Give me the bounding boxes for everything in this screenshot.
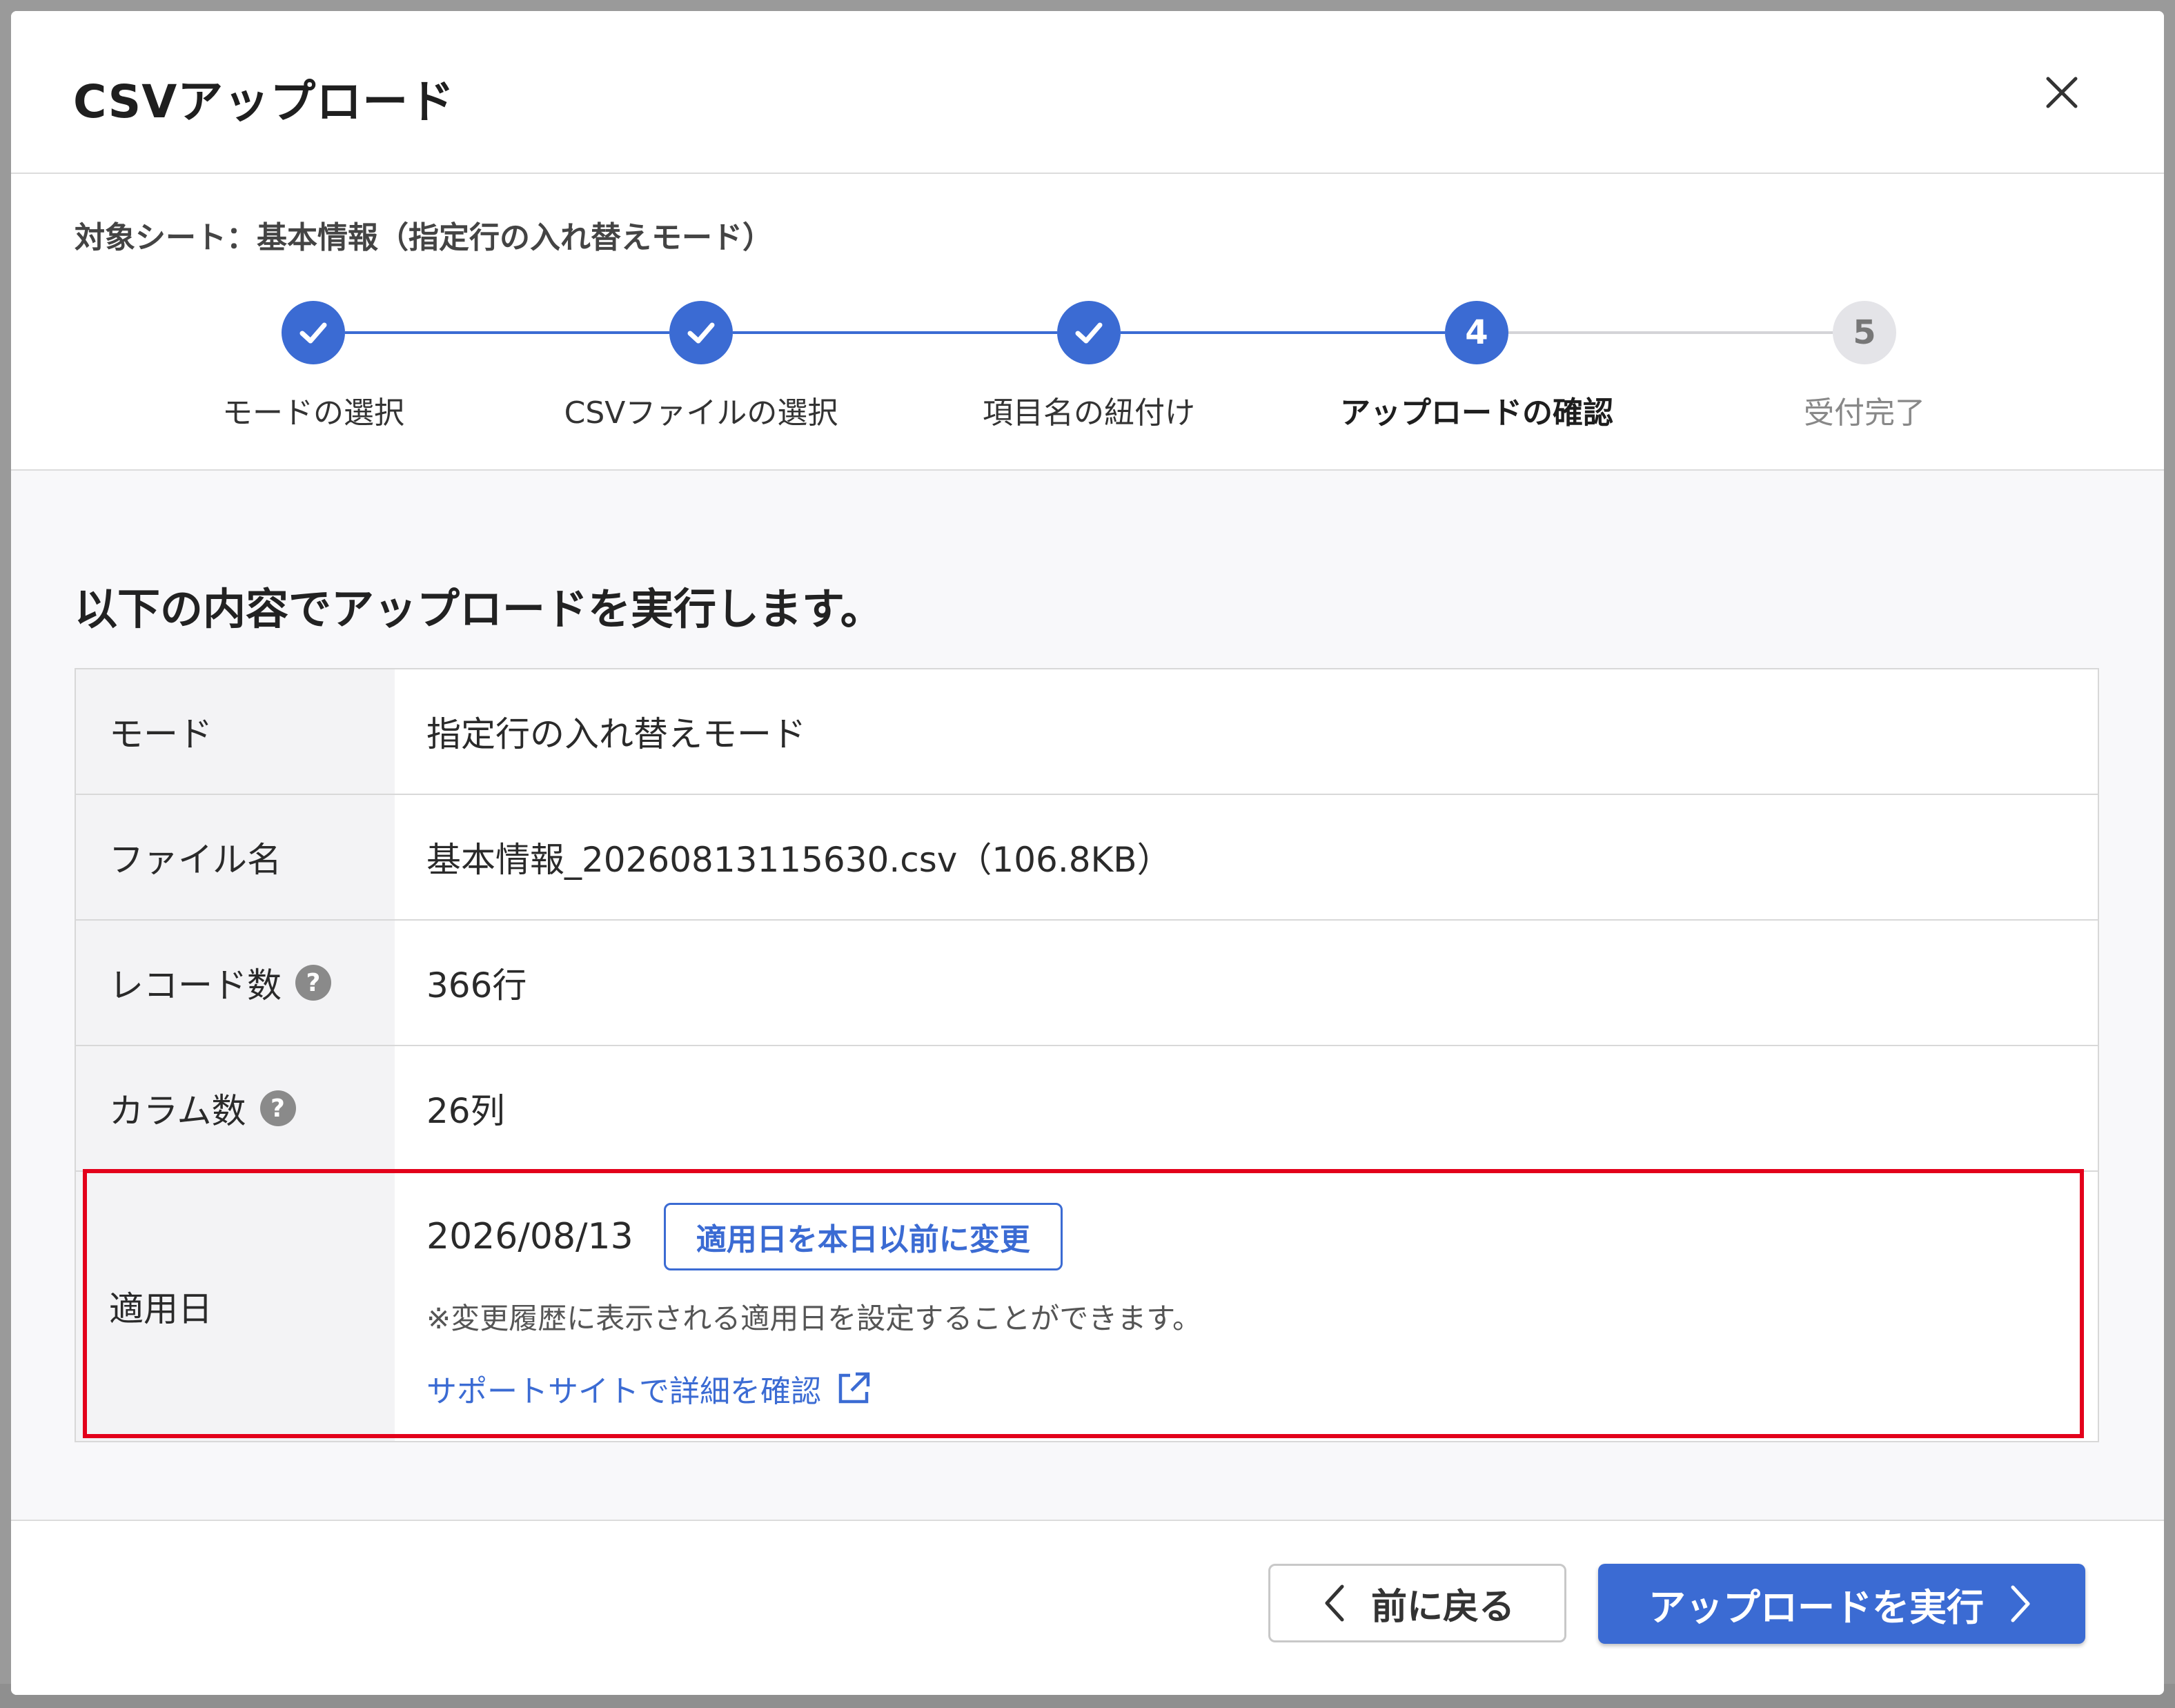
table-row-records: レコード数 ? 366行 bbox=[76, 921, 2098, 1046]
step-connector bbox=[345, 331, 669, 334]
target-sheet-label: 対象シート：基本情報（指定行の入れ替えモード） bbox=[75, 220, 773, 255]
change-apply-date-button[interactable]: 適用日を本日以前に変更 bbox=[663, 1202, 1063, 1270]
support-link-text: サポートサイトで詳細を確認 bbox=[426, 1373, 821, 1409]
records-label-cell: レコード数 ? bbox=[76, 921, 395, 1045]
dialog-header: CSVアップロード bbox=[11, 11, 2164, 174]
step-connector bbox=[1508, 331, 1833, 334]
execute-button-label: アップロードを実行 bbox=[1649, 1585, 1984, 1629]
help-icon[interactable]: ? bbox=[259, 1090, 296, 1126]
columns-label-cell: カラム数 ? bbox=[76, 1046, 395, 1170]
step-1-circle bbox=[282, 301, 345, 364]
step-4-label: アップロードの確認 bbox=[1340, 395, 1613, 431]
table-row-mode: モード 指定行の入れ替えモード bbox=[76, 669, 2098, 795]
columns-value: 26列 bbox=[426, 1091, 505, 1131]
step-3-circle bbox=[1057, 301, 1121, 364]
step-4-circle: 4 bbox=[1445, 301, 1508, 364]
step-connector bbox=[1121, 331, 1445, 334]
csv-upload-dialog: CSVアップロード 対象シート：基本情報（指定行の入れ替えモード） モードの選択 bbox=[11, 11, 2164, 1695]
apply-date-value: 2026/08/13 bbox=[426, 1215, 633, 1257]
dialog-title: CSVアップロード bbox=[73, 75, 455, 128]
mode-value: 指定行の入れ替えモード bbox=[426, 714, 806, 754]
mode-label: モード bbox=[76, 669, 395, 794]
file-label: ファイル名 bbox=[76, 795, 395, 919]
step-5-label: 受付完了 bbox=[1804, 395, 1925, 431]
back-button-label: 前に戻る bbox=[1370, 1586, 1515, 1628]
table-row-file: ファイル名 基本情報_20260813115630.csv（106.8KB） bbox=[76, 795, 2098, 921]
step-2-label: CSVファイルの選択 bbox=[564, 395, 838, 431]
table-row-columns: カラム数 ? 26列 bbox=[76, 1046, 2098, 1172]
records-label: レコード数 bbox=[109, 965, 282, 1005]
chevron-left-icon bbox=[1325, 1584, 1344, 1622]
apply-date-line: 2026/08/13 適用日を本日以前に変更 bbox=[426, 1202, 1063, 1270]
check-icon bbox=[299, 322, 327, 344]
apply-date-cell: 2026/08/13 適用日を本日以前に変更 ※変更履歴に表示される適用日を設定… bbox=[395, 1172, 2098, 1441]
table-row-apply-date: 適用日 2026/08/13 適用日を本日以前に変更 ※変更履歴に表示される適用… bbox=[76, 1172, 2098, 1441]
dialog-body: 以下の内容でアップロードを実行します。 モード 指定行の入れ替えモード ファイル… bbox=[11, 471, 2164, 1520]
step-connector bbox=[733, 331, 1057, 334]
file-value: 基本情報_20260813115630.csv（106.8KB） bbox=[426, 840, 1172, 880]
step-2-circle bbox=[669, 301, 733, 364]
close-button[interactable] bbox=[2034, 65, 2089, 120]
chevron-right-icon bbox=[2011, 1585, 2030, 1622]
stepper: 対象シート：基本情報（指定行の入れ替えモード） モードの選択 CSVファイルの選… bbox=[11, 174, 2164, 471]
execute-upload-button[interactable]: アップロードを実行 bbox=[1598, 1564, 2085, 1644]
support-site-link[interactable]: サポートサイトで詳細を確認 bbox=[426, 1366, 872, 1411]
apply-date-label: 適用日 bbox=[76, 1172, 395, 1441]
step-5-circle: 5 bbox=[1833, 301, 1896, 364]
apply-date-note: ※変更履歴に表示される適用日を設定することができます。 bbox=[426, 1301, 1201, 1335]
records-value: 366行 bbox=[426, 965, 527, 1005]
external-link-icon bbox=[838, 1372, 870, 1403]
step-3-label: 項目名の紐付け bbox=[983, 395, 1195, 431]
back-button[interactable]: 前に戻る bbox=[1268, 1564, 1566, 1642]
step-1-label: モードの選択 bbox=[222, 395, 404, 431]
close-icon bbox=[2046, 77, 2078, 108]
dialog-footer: 前に戻る アップロードを実行 bbox=[11, 1520, 2164, 1695]
check-icon bbox=[687, 322, 715, 344]
check-icon bbox=[1075, 322, 1103, 344]
confirmation-heading: 以下の内容でアップロードを実行します。 bbox=[75, 584, 883, 634]
help-icon[interactable]: ? bbox=[295, 965, 331, 1001]
summary-table: モード 指定行の入れ替えモード ファイル名 基本情報_2026081311563… bbox=[75, 668, 2099, 1442]
columns-label: カラム数 bbox=[109, 1091, 246, 1131]
